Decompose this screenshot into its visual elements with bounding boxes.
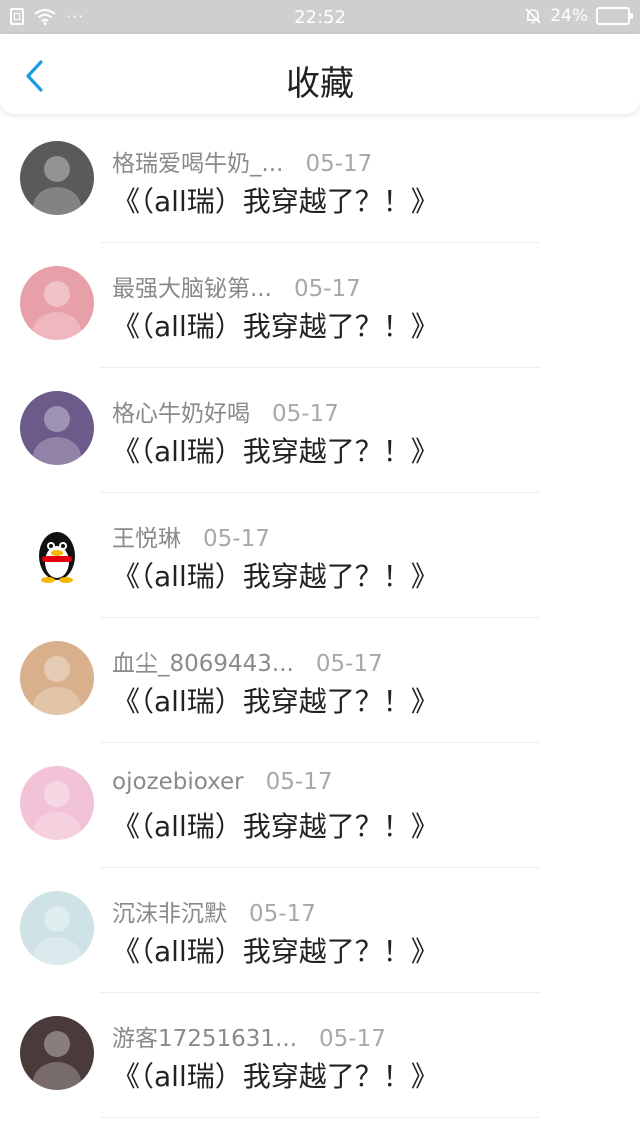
item-author: 格心牛奶好喝 05-17 [112,394,339,428]
item-title[interactable]: 《（all瑞）我穿越了？！》 [112,930,439,970]
item-date: 05-17 [272,401,339,427]
list-item[interactable]: 格心牛奶好喝 05-17 《（all瑞）我穿越了？！》 [0,368,640,493]
item-title[interactable]: 《（all瑞）我穿越了？！》 [112,805,439,845]
item-author: 格瑞爱喝牛奶_... 05-17 [112,144,372,178]
item-date: 05-17 [305,151,373,177]
avatar[interactable] [20,766,94,840]
list-item[interactable]: 沉沫非沉默 05-17 《（all瑞）我穿越了？！》 [0,868,640,993]
avatar[interactable] [20,391,94,465]
item-title[interactable]: 《（all瑞）我穿越了？！》 [112,430,439,470]
item-title[interactable]: 《（all瑞）我穿越了？！》 [112,680,439,720]
item-date: 05-17 [249,901,316,927]
item-date: 05-17 [293,276,361,302]
divider [100,1117,540,1118]
item-author: 最强大脑铋第... 05-17 [112,269,361,303]
item-author: ojozebioxer 05-17 [112,769,332,795]
avatar[interactable] [20,1016,94,1090]
item-date: 05-17 [203,526,270,552]
page-title: 收藏 [286,64,354,104]
item-title[interactable]: 《（all瑞）我穿越了？！》 [112,1055,439,1095]
avatar[interactable] [20,266,94,340]
status-right-icons: 24% [524,6,633,26]
author-name: 格心牛奶好喝 [112,401,250,427]
author-name: 沉沫非沉默 [112,901,227,927]
battery-percent: 24% [550,6,588,26]
list-item[interactable]: 游客17251631... 05-17 《（all瑞）我穿越了？！》 [0,993,640,1118]
author-name: ojozebioxer [112,769,244,795]
list-item[interactable]: 王悦琳 05-17 《（all瑞）我穿越了？！》 [0,493,640,618]
list-item[interactable]: ojozebioxer 05-17 《（all瑞）我穿越了？！》 [0,743,640,868]
item-title[interactable]: 《（all瑞）我穿越了？！》 [112,305,439,345]
item-author: 沉沫非沉默 05-17 [112,894,316,928]
favorites-list: 格瑞爱喝牛奶_... 05-17 《（all瑞）我穿越了？！》 最强大脑铋第... 05… [0,118,640,1118]
list-item[interactable]: 最强大脑铋第... 05-17 《（all瑞）我穿越了？！》 [0,243,640,368]
item-date: 05-17 [315,651,383,677]
author-name: 血尘_8069443... [112,651,294,677]
item-title[interactable]: 《（all瑞）我穿越了？！》 [112,555,439,595]
battery-icon [596,7,633,25]
item-date: 05-17 [319,1026,386,1052]
author-name: 游客17251631... [112,1026,297,1052]
author-name: 王悦琳 [112,526,181,552]
item-date: 05-17 [265,769,333,795]
avatar[interactable] [20,641,94,715]
avatar[interactable] [20,891,94,965]
author-name: 格瑞爱喝牛奶_... [112,151,284,177]
item-author: 王悦琳 05-17 [112,519,270,553]
header-bar: 收藏 [0,34,640,114]
list-item[interactable]: 格瑞爱喝牛奶_... 05-17 《（all瑞）我穿越了？！》 [0,118,640,243]
item-author: 游客17251631... 05-17 [112,1019,386,1053]
author-name: 最强大脑铋第... [112,276,272,302]
list-item[interactable]: 血尘_8069443... 05-17 《（all瑞）我穿越了？！》 [0,618,640,743]
avatar[interactable] [20,141,94,215]
mute-bell-icon [525,8,541,24]
status-bar: ··· 22:52 24% [0,0,640,34]
item-author: 血尘_8069443... 05-17 [112,644,383,678]
item-title[interactable]: 《（all瑞）我穿越了？！》 [112,180,439,220]
avatar[interactable] [20,516,94,590]
